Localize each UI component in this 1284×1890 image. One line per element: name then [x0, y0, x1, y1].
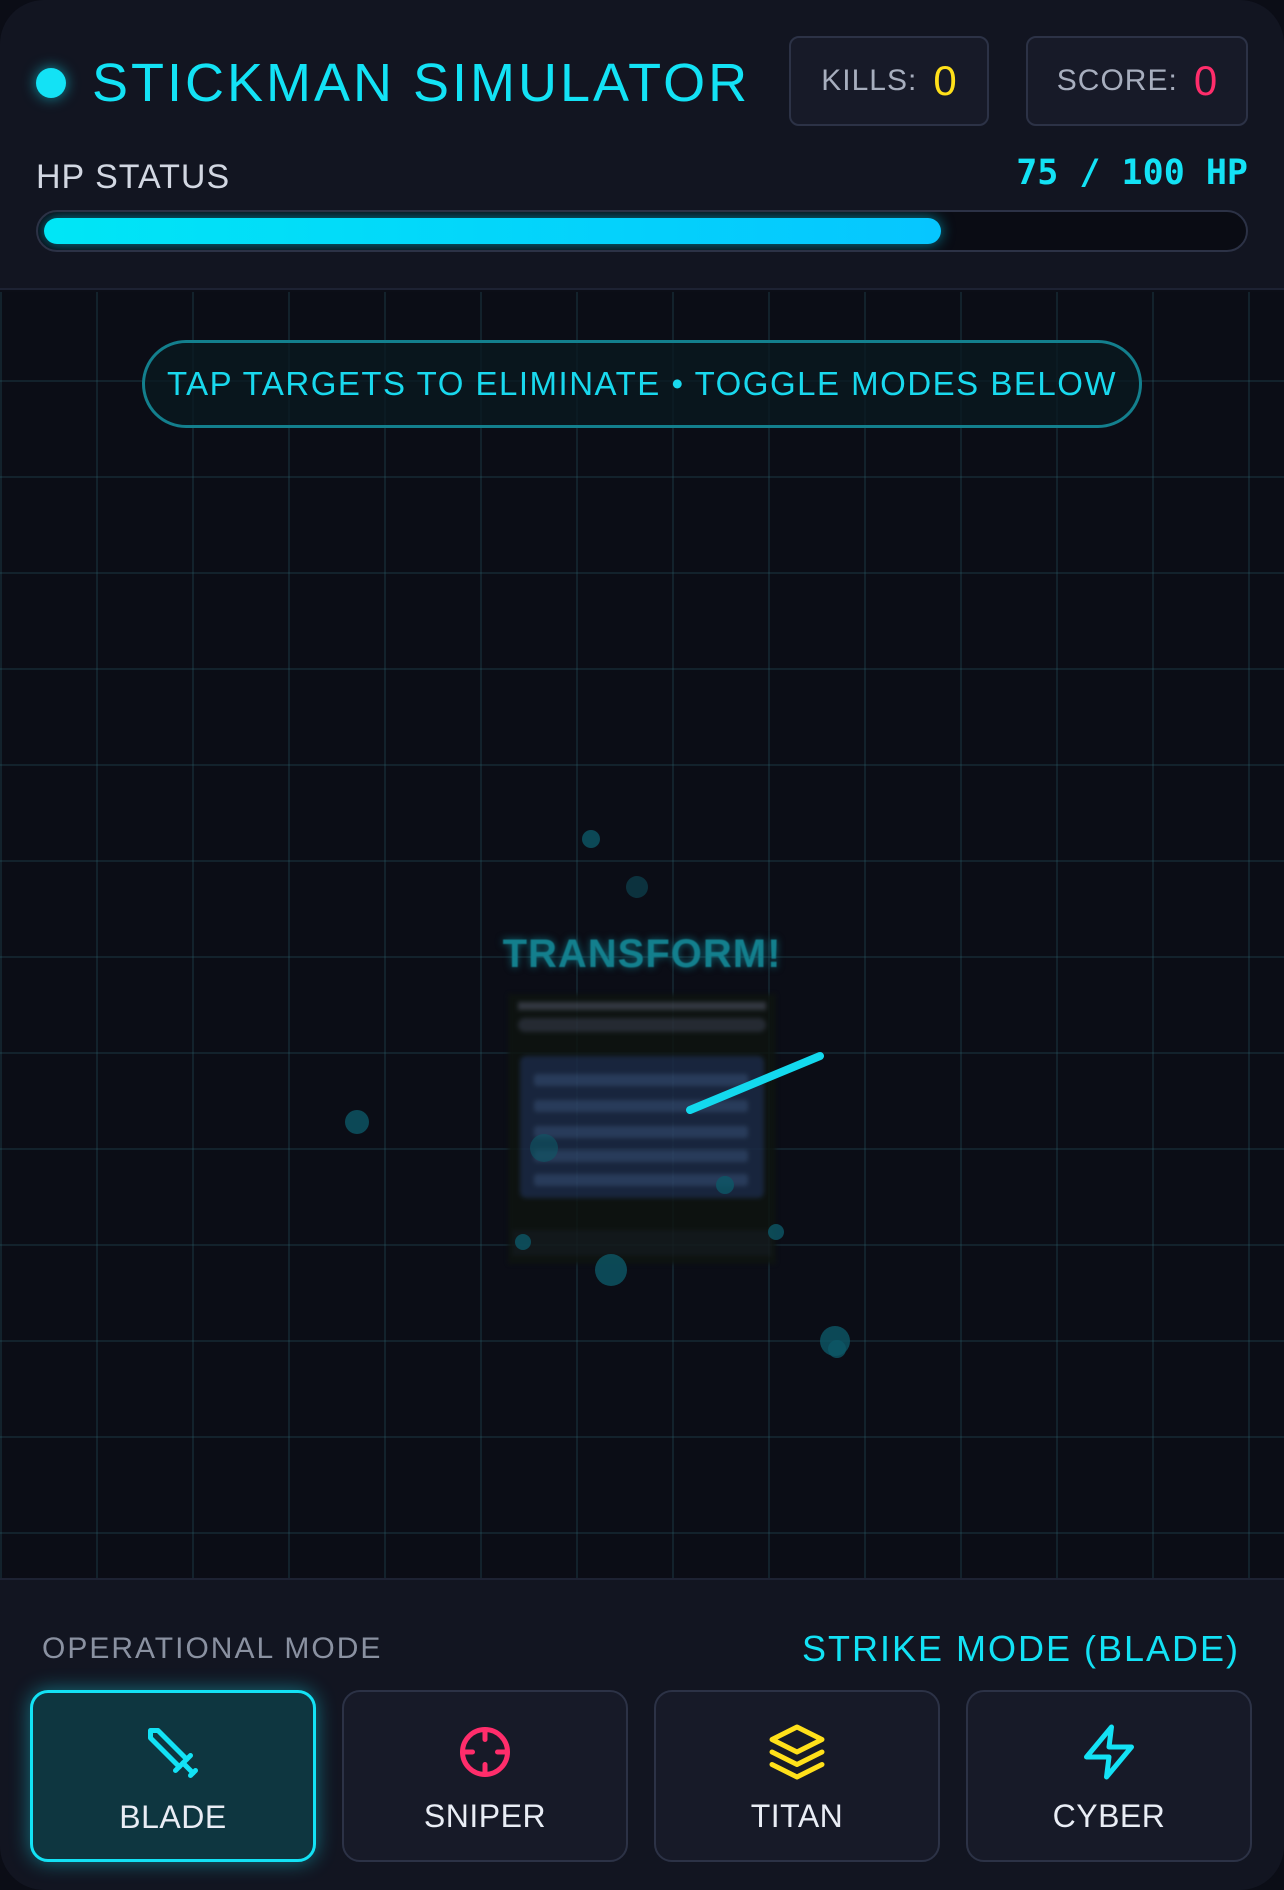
kills-value: 0	[933, 57, 957, 104]
particle	[595, 1254, 627, 1286]
particle	[530, 1134, 558, 1162]
blade-stroke	[686, 1052, 824, 1114]
kills-counter: KILLS: 0	[789, 36, 989, 126]
status-dot-icon	[36, 68, 66, 98]
hp-bar-fill	[44, 218, 941, 244]
mode-button-cyber[interactable]: CYBER	[966, 1690, 1252, 1862]
particle	[828, 1340, 846, 1358]
particle	[626, 876, 648, 898]
kills-label: KILLS:	[821, 64, 918, 97]
mode-button-label: CYBER	[1052, 1798, 1166, 1834]
game-arena[interactable]: TAP TARGETS TO ELIMINATE • TOGGLE MODES …	[0, 292, 1284, 1578]
particle	[768, 1224, 784, 1240]
particle	[345, 1110, 369, 1134]
lightning-icon	[1084, 1724, 1134, 1780]
mode-button-label: SNIPER	[423, 1798, 547, 1834]
hp-value: 75 / 100 HP	[1016, 153, 1248, 193]
app-title: STICKMAN SIMULATOR	[92, 53, 751, 113]
score-counter: SCORE: 0	[1026, 36, 1248, 126]
mode-button-label: TITAN	[750, 1798, 844, 1834]
mode-button-sniper[interactable]: SNIPER	[342, 1690, 628, 1862]
sword-icon	[148, 1728, 198, 1778]
mode-button-label: BLADE	[119, 1799, 227, 1835]
particle	[515, 1234, 531, 1250]
mode-panel: OPERATIONAL MODE STRIKE MODE (BLADE) BLA…	[0, 1578, 1284, 1890]
title-group: STICKMAN SIMULATOR	[36, 52, 750, 114]
hp-bar	[36, 210, 1248, 252]
hud-header: STICKMAN SIMULATOR KILLS: 0 SCORE: 0 HP …	[0, 0, 1284, 290]
hp-status-label: HP STATUS	[36, 158, 231, 196]
score-label: SCORE:	[1056, 64, 1178, 97]
crosshair-icon	[460, 1727, 510, 1777]
particle	[716, 1176, 734, 1194]
mode-button-blade[interactable]: BLADE	[30, 1690, 316, 1862]
mode-button-titan[interactable]: TITAN	[654, 1690, 940, 1862]
particle	[582, 830, 600, 848]
app-screen: STICKMAN SIMULATOR KILLS: 0 SCORE: 0 HP …	[0, 0, 1284, 1890]
current-mode-label: STRIKE MODE (BLADE)	[801, 1628, 1240, 1669]
operational-mode-label: OPERATIONAL MODE	[42, 1632, 383, 1665]
layers-icon	[769, 1724, 825, 1780]
stickman-blade-icon	[686, 1052, 824, 1114]
score-value: 0	[1193, 57, 1218, 104]
